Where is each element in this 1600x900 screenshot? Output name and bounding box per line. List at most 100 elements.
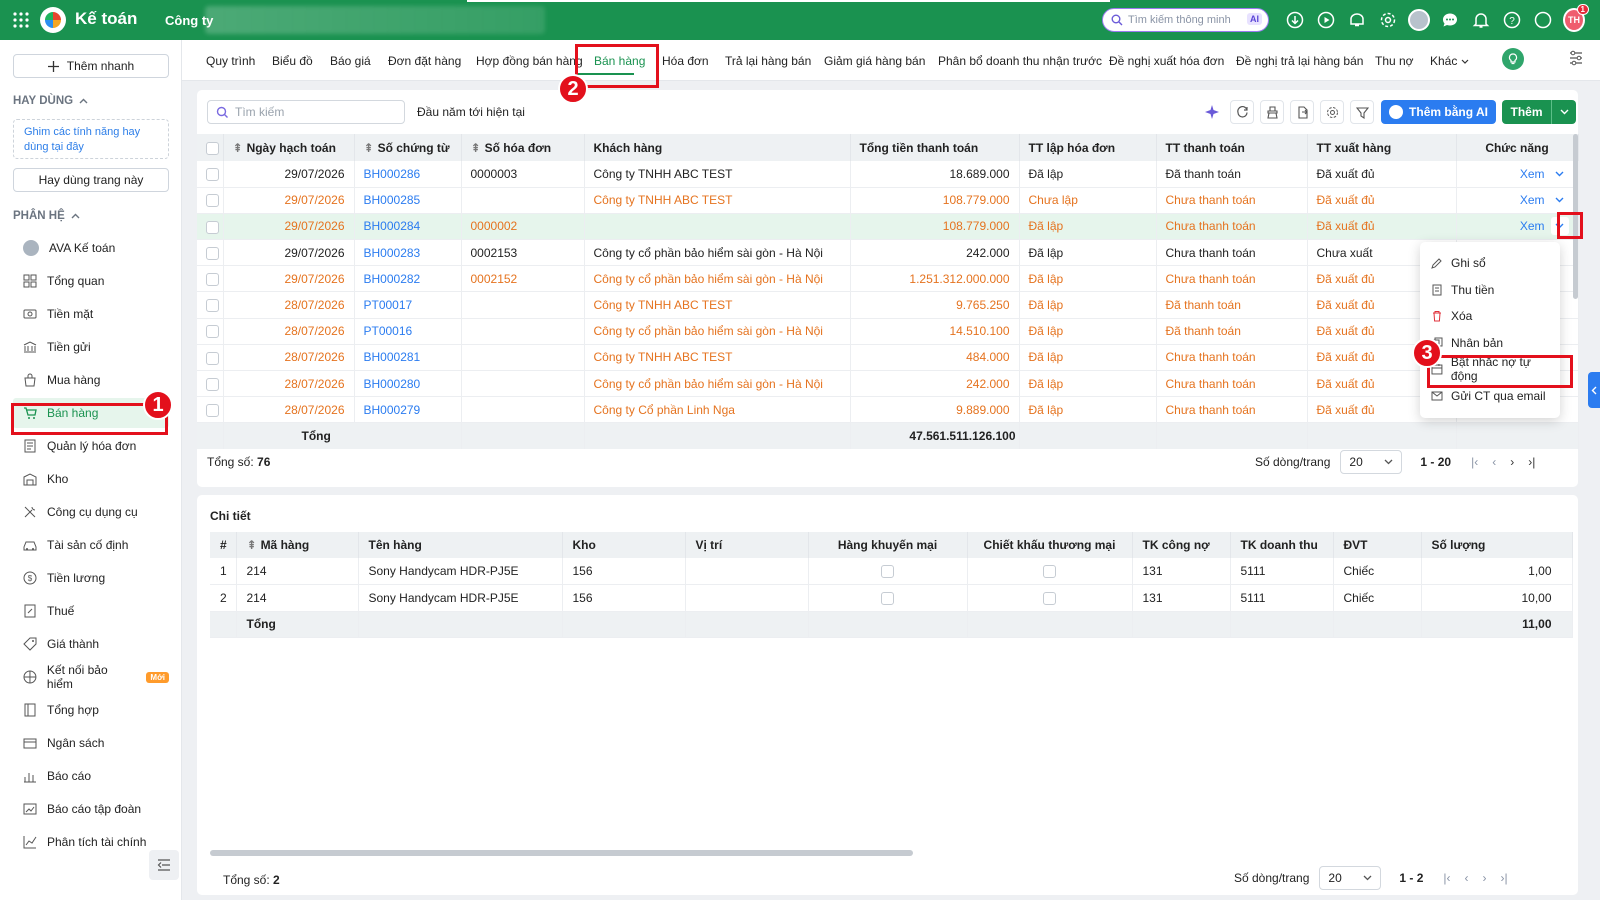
favorites-section-title[interactable]: HAY DÙNG: [13, 95, 88, 107]
tab-process[interactable]: Quy trình: [206, 54, 255, 68]
row-menu-toggle[interactable]: [1550, 217, 1569, 236]
row-select[interactable]: [197, 187, 224, 214]
tab-sales-discount[interactable]: Giảm giá hàng bán: [824, 54, 925, 68]
col-invoice-no[interactable]: ⇞ Số hóa đơn: [461, 134, 585, 161]
lightbulb-icon[interactable]: [1502, 48, 1524, 70]
row-select[interactable]: [197, 370, 224, 398]
col-ar-account[interactable]: TK công nợ: [1132, 532, 1231, 558]
col-qty[interactable]: Số lượng: [1421, 532, 1573, 558]
tab-sales-contract[interactable]: Hợp đồng bán hàng: [476, 54, 583, 68]
tab-debt-collection[interactable]: Thu nợ: [1375, 54, 1414, 68]
row-checkbox[interactable]: [206, 220, 219, 234]
row-checkbox[interactable]: [206, 194, 219, 208]
add-dropdown-toggle[interactable]: [1552, 109, 1576, 115]
tab-chart[interactable]: Biểu đồ: [272, 54, 313, 68]
promo-checkbox[interactable]: [881, 565, 894, 579]
cell-doc-link[interactable]: BH000283: [354, 239, 462, 267]
help-icon[interactable]: ?: [1501, 9, 1523, 31]
tab-sales-return[interactable]: Trả lại hàng bán: [725, 54, 811, 68]
menu-item-email[interactable]: Gửi CT qua email: [1420, 383, 1560, 410]
col-promo[interactable]: Hàng khuyến mại: [808, 532, 968, 558]
col-total[interactable]: Tổng tiền thanh toán: [850, 134, 1020, 161]
row-checkbox[interactable]: [206, 351, 219, 365]
sidebar-item-reports[interactable]: Báo cáo: [13, 761, 169, 791]
row-select[interactable]: [197, 344, 224, 372]
sidebar-item-purchase[interactable]: Mua hàng: [13, 365, 169, 395]
tab-sales[interactable]: Bán hàng: [594, 54, 645, 68]
sidebar-item-cash[interactable]: Tiền mặt: [13, 299, 169, 329]
col-item-code[interactable]: ⇞ Mã hàng: [236, 532, 359, 558]
row-select[interactable]: [197, 396, 224, 424]
prev-page-icon[interactable]: ‹: [1492, 455, 1496, 469]
menu-item-delete[interactable]: Xóa: [1420, 303, 1560, 330]
tab-deferred-revenue[interactable]: Phân bổ doanh thu nhận trước: [938, 54, 1102, 68]
menu-item-collect[interactable]: Thu tiền: [1420, 277, 1560, 304]
table-row[interactable]: 29/07/2026 BH000285 Công ty TNHH ABC TEST 1…: [197, 187, 1579, 214]
cell-doc-link[interactable]: BH000281: [354, 344, 462, 372]
cell-doc-link[interactable]: BH000285: [354, 187, 462, 214]
next-page-icon[interactable]: ›: [1483, 871, 1487, 885]
tab-invoice-request[interactable]: Đề nghị xuất hóa đơn: [1109, 54, 1224, 68]
row-menu-toggle[interactable]: [1551, 165, 1569, 183]
menu-item-auto-reminder[interactable]: Bật nhắc nợ tự động: [1420, 355, 1560, 383]
last-page-icon[interactable]: ›|: [1528, 455, 1535, 469]
col-location[interactable]: Vị trí: [685, 532, 809, 558]
cell-doc-link[interactable]: BH000279: [354, 396, 462, 424]
sidebar-item-insurance[interactable]: Kết nối bảo hiểm Mới: [13, 662, 169, 692]
quick-add-button[interactable]: Thêm nhanh: [13, 54, 169, 78]
settings-icon[interactable]: [1320, 100, 1344, 124]
sidebar-item-analysis[interactable]: Phân tích tài chính: [13, 827, 169, 857]
smart-search-input[interactable]: Tìm kiếm thông minh AI: [1102, 8, 1269, 32]
col-date[interactable]: ⇞ Ngày hạch toán: [223, 134, 355, 161]
col-doc-no[interactable]: ⇞ Số chứng từ: [354, 134, 462, 161]
sidebar-item-deposit[interactable]: Tiền gửi: [13, 332, 169, 362]
sidebar-item-summary[interactable]: Tổng hợp: [13, 695, 169, 725]
sidebar-item-warehouse[interactable]: Kho: [13, 464, 169, 494]
refresh-icon[interactable]: [1230, 100, 1254, 124]
collapse-sidebar-button[interactable]: [149, 850, 179, 880]
col-customer[interactable]: Khách hàng: [584, 134, 851, 161]
horizontal-scrollbar[interactable]: [210, 850, 913, 856]
export-icon[interactable]: [1290, 100, 1314, 124]
prev-page-icon[interactable]: ‹: [1465, 871, 1469, 885]
menu-item-post[interactable]: Ghi sổ: [1420, 250, 1560, 277]
cell-doc-link[interactable]: BH000280: [354, 370, 462, 398]
sidebar-item-tools[interactable]: Công cụ dụng cụ: [13, 497, 169, 527]
select-all-header[interactable]: [197, 134, 224, 161]
tab-sales-order[interactable]: Đơn đặt hàng: [388, 54, 461, 68]
table-row[interactable]: 29/07/2026 BH000283 0002153 Công ty cổ phần…: [197, 239, 1579, 267]
play-icon[interactable]: [1315, 9, 1337, 31]
user-menu[interactable]: TH 1: [1563, 4, 1589, 32]
detail-row[interactable]: 1 214 Sony Handycam HDR-PJ5E 156 131 5111 Chiế…: [210, 558, 1573, 585]
filter-icon[interactable]: [1350, 100, 1374, 124]
tab-more[interactable]: Khác: [1430, 54, 1469, 68]
smile-icon[interactable]: [1532, 9, 1554, 31]
row-select[interactable]: [197, 239, 224, 267]
vertical-scrollbar[interactable]: [1573, 134, 1578, 299]
next-page-icon[interactable]: ›: [1510, 455, 1514, 469]
gear-icon[interactable]: [1377, 9, 1399, 31]
tab-invoice[interactable]: Hóa đơn: [662, 54, 709, 68]
row-select[interactable]: [197, 318, 224, 345]
table-row[interactable]: 28/07/2026 BH000280 Công ty cổ phần bảo hi…: [197, 370, 1579, 398]
tab-return-request[interactable]: Đề nghị trả lại hàng bán: [1236, 54, 1363, 68]
row-checkbox[interactable]: [206, 273, 219, 286]
col-rev-account[interactable]: TK doanh thu: [1230, 532, 1334, 558]
sidebar-item-budget[interactable]: Ngân sách: [13, 728, 169, 758]
discount-checkbox[interactable]: [1043, 565, 1056, 579]
row-checkbox[interactable]: [206, 246, 219, 260]
sidebar-item-invoices[interactable]: Quản lý hóa đơn: [13, 431, 169, 461]
row-checkbox[interactable]: [206, 403, 219, 417]
row-select[interactable]: [197, 291, 224, 319]
app-grid-icon[interactable]: [13, 12, 29, 28]
row-checkbox[interactable]: [206, 299, 219, 313]
cell-doc-link[interactable]: PT00017: [354, 291, 462, 319]
modules-section-title[interactable]: PHÂN HỆ: [13, 210, 80, 222]
bell-icon[interactable]: [1470, 9, 1492, 31]
download-icon[interactable]: [1284, 9, 1306, 31]
row-menu-toggle[interactable]: [1551, 191, 1569, 209]
col-invoice-status[interactable]: TT lập hóa đơn: [1019, 134, 1157, 161]
sparkle-ai-icon[interactable]: [1200, 100, 1224, 124]
sidebar-item-assets[interactable]: Tài sản cố định: [13, 530, 169, 560]
col-payment-status[interactable]: TT thanh toán: [1156, 134, 1308, 161]
